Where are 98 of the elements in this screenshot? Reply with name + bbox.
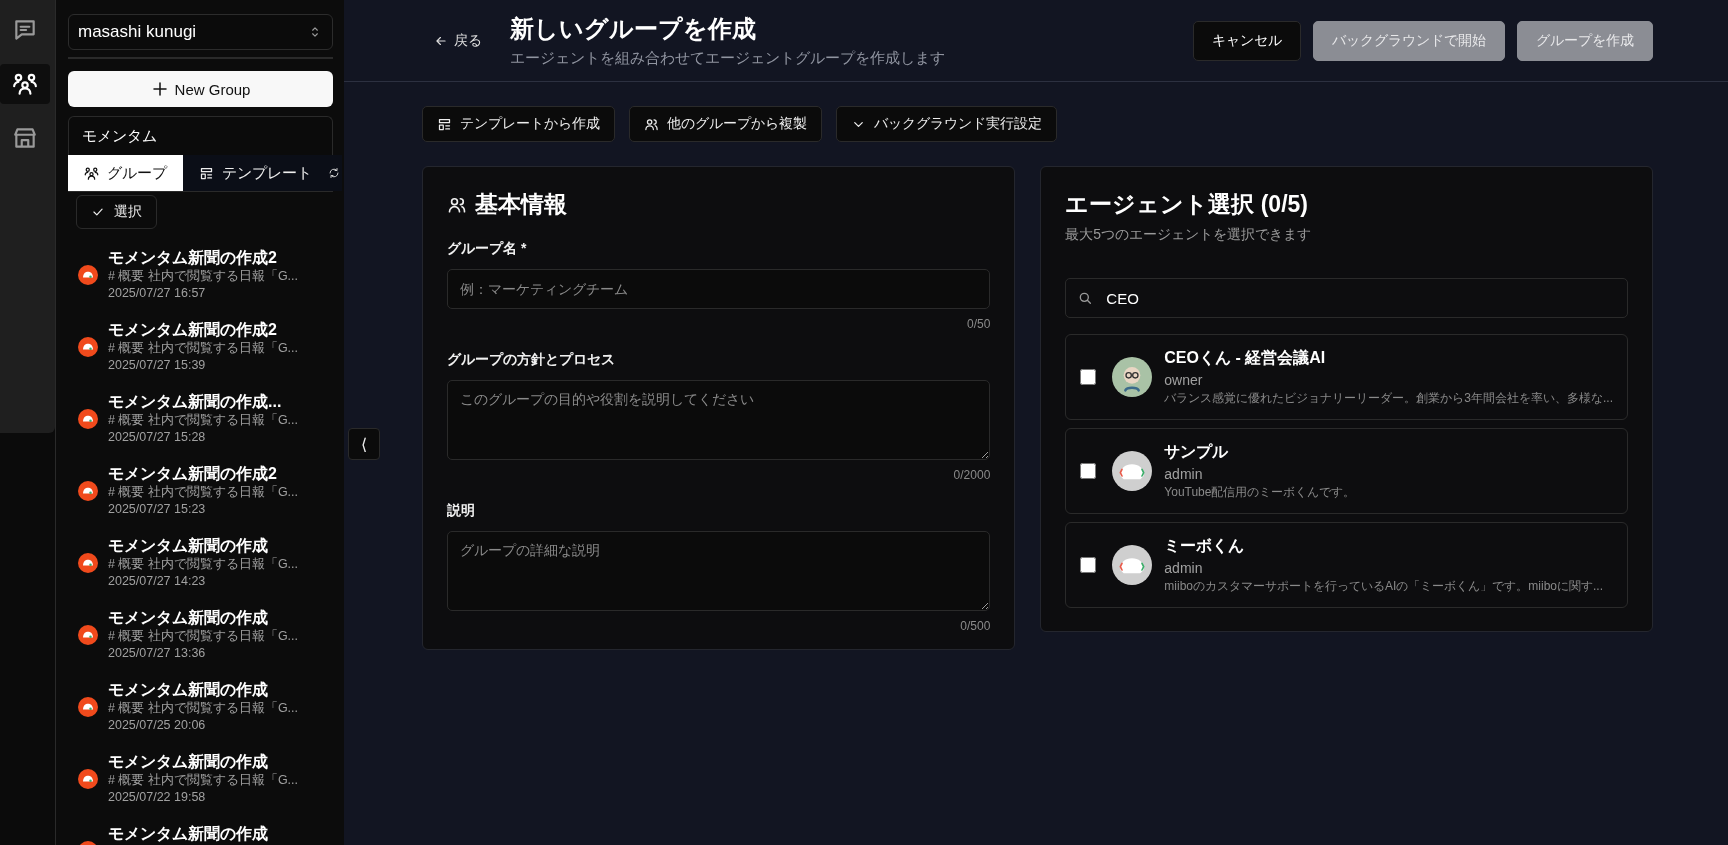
text-area[interactable]: グループの詳細な説明 (447, 531, 991, 611)
item-title: モメンタム新聞の作成2 (108, 248, 278, 268)
item-snippet: # 概要 社内で閲覧する日報「G... (108, 628, 299, 645)
item-date: 2025/07/27 15:39 (108, 357, 207, 374)
agent-role: owner (1164, 371, 1204, 388)
chat-bubble-icon (12, 17, 38, 43)
agent-option[interactable]: サンプル admin YouTube配信用のミーボくんです。 (1065, 428, 1628, 514)
item-date: 2025/07/27 13:36 (108, 645, 207, 662)
toolbar-button[interactable]: バックグラウンド実行設定 (836, 106, 1057, 142)
group-avatar-icon (78, 265, 98, 285)
storefront-icon (12, 125, 38, 151)
agent-description: YouTube配信用のミーボくんです。 (1164, 483, 1356, 501)
new-group-button[interactable]: New Group (68, 71, 333, 107)
item-snippet: # 概要 社内で閲覧する日報「G... (108, 268, 299, 285)
group-avatar-icon (78, 697, 98, 717)
field-label: 説明 (447, 502, 476, 520)
card-subtitle: 最大5つのエージェントを選択できます (1065, 226, 1313, 244)
search-field[interactable]: CEO (1065, 278, 1628, 318)
group-list-item[interactable]: モメンタム新聞の作成 # 概要 社内で閲覧する日報「G... 2025/07/27 14:23 (68, 527, 333, 599)
card-title: 基本情報 (475, 190, 567, 219)
checkbox[interactable] (1080, 369, 1097, 385)
group-list-item[interactable]: モメンタム新聞の作成 # 概要 社内で閲覧する日報「G... 2025/07/27 13:36 (68, 599, 333, 671)
checkbox[interactable] (1080, 557, 1097, 573)
agent-role: admin (1164, 465, 1204, 482)
tab[interactable]: グループ (68, 155, 183, 191)
refresh-icon (328, 167, 340, 179)
item-title: モメンタム新聞の作成2 (108, 464, 278, 484)
agent-role: admin (1164, 559, 1204, 576)
item-date: 2025/07/27 16:57 (108, 285, 207, 302)
page-subtitle: エージェントを組み合わせてエージェントグループを作成します (510, 49, 946, 68)
group-list-item[interactable]: モメンタム新聞の作成2 # 概要 社内で閲覧する日報「G... 2025/07/27 15:39 (68, 311, 333, 383)
agent-name: CEOくん - 経営会議AI (1164, 347, 1327, 368)
item-title: モメンタム新聞の作成2 (108, 320, 278, 340)
group-avatar-icon (78, 769, 98, 789)
avatar-icon (1112, 357, 1153, 397)
template-icon (199, 165, 214, 181)
item-title: モメンタム新聞の作成... (108, 392, 283, 412)
item-date: 2025/07/27 15:23 (108, 501, 207, 518)
group-avatar-icon (78, 481, 98, 501)
item-title: モメンタム新聞の作成 (108, 752, 269, 772)
item-title: モメンタム新聞の作成 (108, 536, 269, 556)
plus-icon (150, 80, 169, 98)
item-snippet: # 概要 社内で閲覧する日報「G... (108, 556, 299, 573)
group-list-item[interactable]: モメンタム新聞の作成 # 概要 社内で閲覧する日報「G... 2025/07/25 20:06 (68, 671, 333, 743)
users-icon (644, 116, 659, 132)
item-date: 2025/07/25 20:06 (108, 717, 207, 734)
tab[interactable]: テンプレート (183, 155, 328, 191)
toolbar-button[interactable]: 他のグループから複製 (629, 106, 822, 142)
group-avatar-icon (78, 337, 98, 357)
item-date: 2025/07/27 15:28 (108, 429, 207, 446)
agent-name: ミーボくん (1164, 535, 1246, 556)
agent-description: miiboのカスタマーサポートを行っているAIの「ミーボくん」です。miiboに関す... (1164, 577, 1603, 595)
agent-option[interactable]: CEOくん - 経営会議AI owner バランス感覚に優れたビジョナリーリーダー。創業から3年間会社を率い、多様な... (1065, 334, 1628, 420)
toolbar-button[interactable]: テンプレートから作成 (422, 106, 615, 142)
input-field[interactable]: 例：マーケティングチーム (447, 269, 991, 309)
search-icon (1077, 290, 1094, 306)
field-label: グループ名 * (447, 240, 528, 258)
item-title: モメンタム新聞の作成 (108, 680, 269, 700)
field-label: グループの方針とプロセス (447, 351, 616, 369)
item-snippet: # 概要 社内で閲覧する日報「G... (108, 412, 299, 429)
account-select[interactable]: masashi kunugi (68, 14, 333, 50)
item-date: 2025/07/22 19:58 (108, 789, 207, 806)
text-area[interactable]: このグループの目的や役割を説明してください (447, 380, 991, 460)
item-snippet: # 概要 社内で閲覧する日報「G... (108, 340, 299, 357)
item-snippet: # 概要 社内で閲覧する日報「G... (108, 700, 299, 717)
group-list-item[interactable]: モメンタム新聞の作成 (68, 815, 333, 845)
character-count: 0/500 (960, 619, 991, 633)
rail-button[interactable] (0, 64, 50, 104)
avatar-icon (1112, 451, 1153, 491)
item-date: 2025/07/27 14:23 (108, 573, 207, 590)
agent-name: サンプル (1164, 441, 1230, 462)
group-list-item[interactable]: モメンタム新聞の作成... # 概要 社内で閲覧する日報「G... 2025/07/27 15:28 (68, 383, 333, 455)
group-list-item[interactable]: モメンタム新聞の作成2 # 概要 社内で閲覧する日報「G... 2025/07/27 16:57 (68, 239, 333, 311)
agent-description: バランス感覚に優れたビジョナリーリーダー。創業から3年間会社を率い、多様な... (1164, 389, 1613, 407)
search-field[interactable]: モメンタム (68, 116, 333, 155)
card-title: エージェント選択 (0/5) (1065, 190, 1309, 219)
checkbox[interactable] (1080, 463, 1097, 479)
template-icon (437, 116, 452, 132)
character-count: 0/2000 (953, 468, 991, 482)
page-title: 新しいグループを作成 (510, 14, 757, 44)
agent-option[interactable]: ミーボくん admin miiboのカスタマーサポートを行っているAIの「ミーボくん」です。miiboに関す... (1065, 522, 1628, 608)
item-title: モメンタム新聞の作成 (108, 824, 268, 844)
back-button[interactable]: 戻る (434, 31, 482, 50)
character-count: 0/50 (966, 317, 991, 331)
group-list-item[interactable]: モメンタム新聞の作成2 # 概要 社内で閲覧する日報「G... 2025/07/27 15:23 (68, 455, 333, 527)
group-avatar-icon (78, 625, 98, 645)
header-button[interactable]: キャンセル (1193, 20, 1301, 61)
avatar-icon (1112, 545, 1153, 585)
item-title: モメンタム新聞の作成 (108, 608, 269, 628)
users-icon (84, 165, 99, 181)
group-avatar-icon (78, 409, 98, 429)
select-button[interactable]: 選択 (76, 195, 157, 229)
item-snippet: # 概要 社内で閲覧する日報「G... (108, 484, 299, 501)
users-icon (12, 71, 38, 97)
group-list-item[interactable]: モメンタム新聞の作成 # 概要 社内で閲覧する日報「G... 2025/07/22 19:58 (68, 743, 333, 815)
group-avatar-icon (78, 553, 98, 573)
item-snippet: # 概要 社内で閲覧する日報「G... (108, 772, 299, 789)
collapse-button[interactable]: ⟨ (348, 428, 380, 460)
